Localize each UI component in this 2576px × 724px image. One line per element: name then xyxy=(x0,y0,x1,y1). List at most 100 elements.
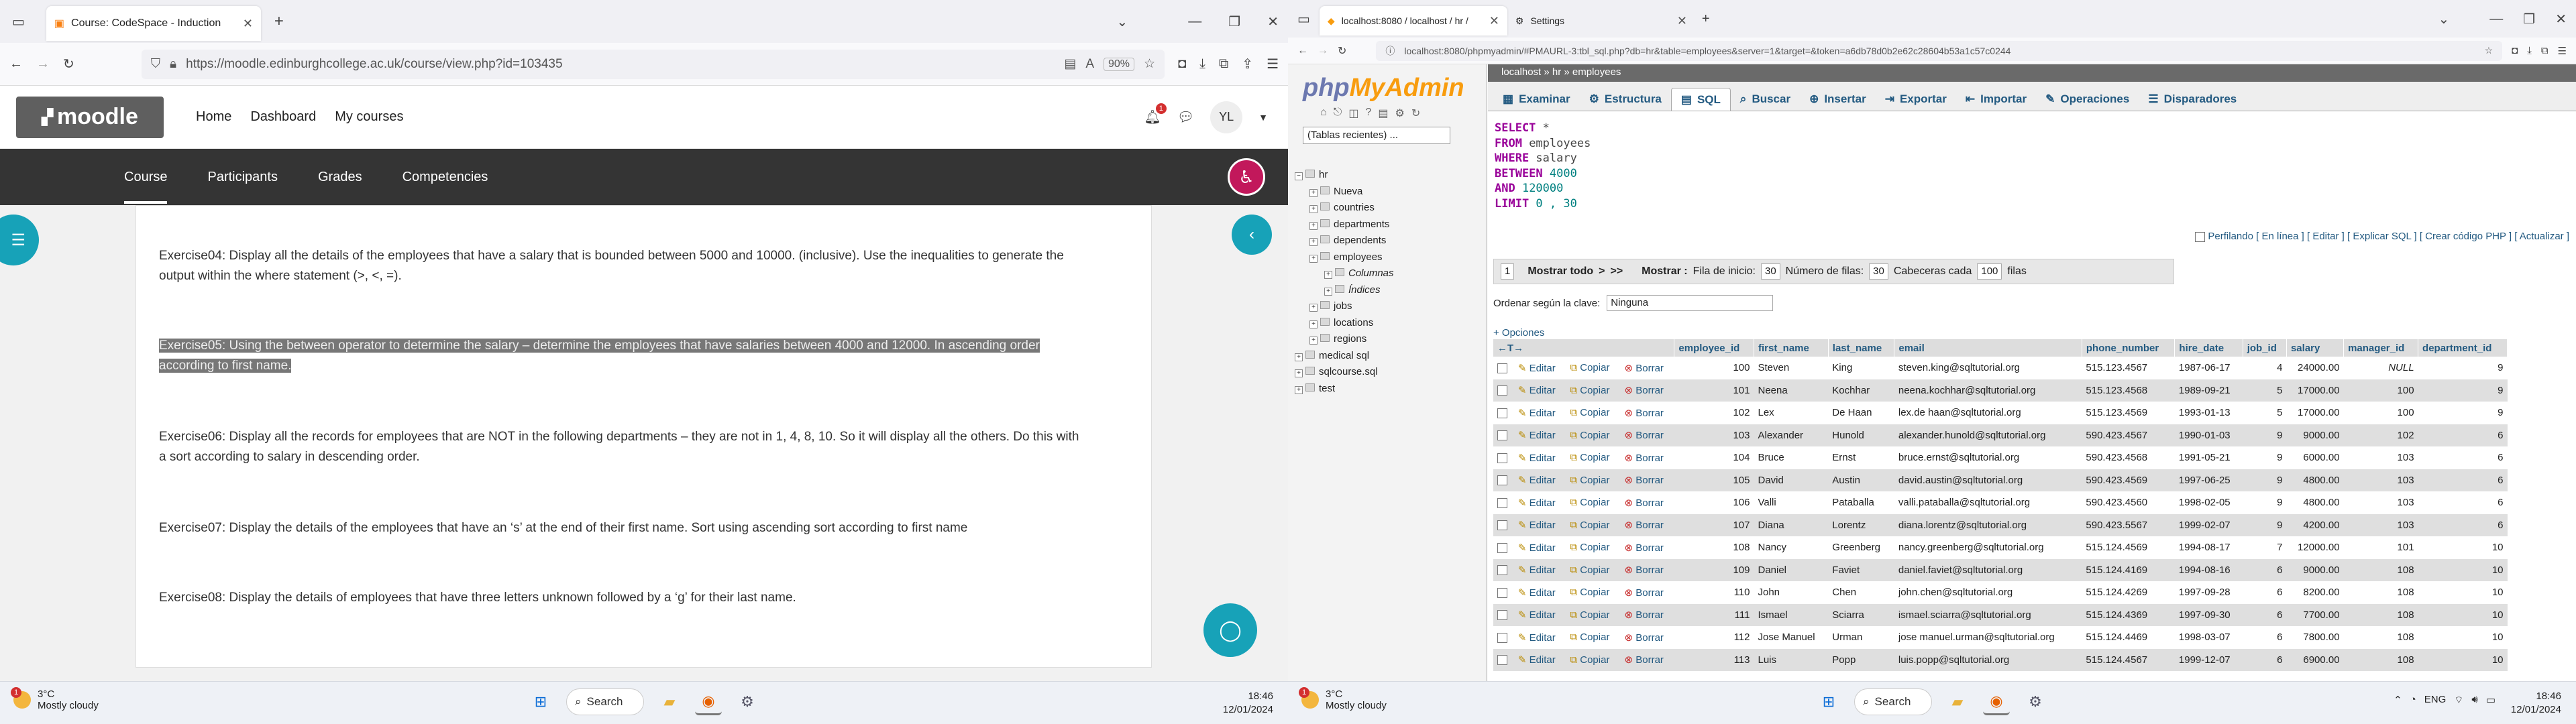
extensions-icon[interactable]: ⧉ xyxy=(2541,45,2548,56)
reload-icon[interactable]: ↻ xyxy=(1411,107,1420,120)
copy-link[interactable]: Copiar xyxy=(1580,520,1609,531)
cell-phone-number[interactable]: 515.124.4169 xyxy=(2082,558,2175,581)
maximize-icon[interactable]: ❐ xyxy=(2523,11,2535,27)
row-checkbox[interactable] xyxy=(1497,385,1507,396)
copy-link[interactable]: Copiar xyxy=(1580,407,1609,418)
row-checkbox[interactable] xyxy=(1497,452,1507,463)
cell-first-name[interactable]: Ismael xyxy=(1754,603,1829,626)
bookmark-star-icon[interactable]: ☆ xyxy=(2485,45,2493,56)
tree-item--ndices[interactable]: + Índices xyxy=(1295,282,1487,299)
edit-link[interactable]: Editar xyxy=(1529,430,1556,441)
header-every-input[interactable]: 100 xyxy=(1977,263,2002,280)
cell-first-name[interactable]: John xyxy=(1754,581,1829,604)
cell-department-id[interactable]: 10 xyxy=(2418,581,2508,604)
close-tab-icon[interactable]: ✕ xyxy=(1677,14,1687,28)
cell-department-id[interactable]: 10 xyxy=(2418,648,2508,671)
cell-last-name[interactable]: Sciarra xyxy=(1828,603,1894,626)
cell-phone-number[interactable]: 515.123.4568 xyxy=(2082,379,2175,402)
row-checkbox[interactable] xyxy=(1497,610,1507,621)
cell-email[interactable]: ismael.sciarra@sqltutorial.org xyxy=(1894,603,2082,626)
cell-job-id[interactable]: 9 xyxy=(2243,491,2287,514)
edit-action[interactable]: ✎ Editar xyxy=(1513,626,1566,649)
tab-grades[interactable]: Grades xyxy=(318,170,362,185)
cell-department-id[interactable]: 10 xyxy=(2418,626,2508,649)
file-explorer-icon[interactable]: ▰ xyxy=(656,688,683,715)
cell-email[interactable]: lex.de haan@sqltutorial.org xyxy=(1894,402,2082,424)
accessibility-icon[interactable]: ♿︎ xyxy=(1228,158,1265,196)
cell-phone-number[interactable]: 515.124.4269 xyxy=(2082,581,2175,604)
cell-department-id[interactable]: 6 xyxy=(2418,514,2508,536)
copy-action[interactable]: ⧉ Copiar xyxy=(1566,357,1621,379)
tab-operaciones[interactable]: ✎ Operaciones xyxy=(2036,88,2139,111)
delete-action[interactable]: ⊗ Borrar xyxy=(1620,648,1674,671)
app-icon[interactable]: ⚙ xyxy=(734,688,761,715)
row-checkbox[interactable] xyxy=(1497,542,1507,553)
tree-item-employees[interactable]: + employees xyxy=(1295,249,1487,266)
cell-employee-id[interactable]: 102 xyxy=(1674,402,1754,424)
edit-action[interactable]: ✎ Editar xyxy=(1513,648,1566,671)
copy-link[interactable]: Copiar xyxy=(1580,497,1609,508)
cell-last-name[interactable]: Pataballa xyxy=(1828,491,1894,514)
cell-phone-number[interactable]: 590.423.4568 xyxy=(2082,446,2175,469)
cell-salary[interactable]: 7800.00 xyxy=(2286,626,2344,649)
edit-action[interactable]: ✎ Editar xyxy=(1513,446,1566,469)
cell-last-name[interactable]: Austin xyxy=(1828,469,1894,491)
copy-link[interactable]: Copiar xyxy=(1580,385,1609,396)
cell-first-name[interactable]: Lex xyxy=(1754,402,1829,424)
new-tab-icon[interactable]: + xyxy=(1702,11,1710,27)
delete-link[interactable]: Borrar xyxy=(1635,520,1664,531)
copy-action[interactable]: ⧉ Copiar xyxy=(1566,446,1621,469)
cell-hire-date[interactable]: 1989-09-21 xyxy=(2174,379,2243,402)
delete-link[interactable]: Borrar xyxy=(1635,587,1664,599)
copy-link[interactable]: Copiar xyxy=(1580,475,1609,486)
tree-item-regions[interactable]: + regions xyxy=(1295,331,1487,348)
network-icon[interactable]: ◔ xyxy=(2410,694,2416,707)
cell-job-id[interactable]: 4 xyxy=(2243,357,2287,379)
cell-hire-date[interactable]: 1987-06-17 xyxy=(2174,357,2243,379)
cell-first-name[interactable]: Steven xyxy=(1754,357,1829,379)
expand-icon[interactable]: + xyxy=(1309,221,1318,230)
edit-action[interactable]: ✎ Editar xyxy=(1513,469,1566,491)
delete-action[interactable]: ⊗ Borrar xyxy=(1620,469,1674,491)
reload-icon[interactable]: ↻ xyxy=(1338,44,1346,58)
cell-last-name[interactable]: Hunold xyxy=(1828,424,1894,446)
edit-action[interactable]: ✎ Editar xyxy=(1513,357,1566,379)
copy-action[interactable]: ⧉ Copiar xyxy=(1566,558,1621,581)
download-icon[interactable]: ⤓ xyxy=(2527,45,2532,56)
close-tab-icon[interactable]: ✕ xyxy=(243,17,253,31)
cell-first-name[interactable]: Valli xyxy=(1754,491,1829,514)
column-header-hire-date[interactable]: hire_date xyxy=(2174,339,2243,357)
tab-list-icon[interactable]: ▭ xyxy=(12,13,25,30)
cell-salary[interactable]: 7700.00 xyxy=(2286,603,2344,626)
cell-last-name[interactable]: Kochhar xyxy=(1828,379,1894,402)
tree-item-jobs[interactable]: + jobs xyxy=(1295,298,1487,315)
cell-manager-id[interactable]: 101 xyxy=(2343,536,2418,559)
column-header-employee-id[interactable]: employee_id xyxy=(1674,339,1754,357)
back-icon[interactable]: ← xyxy=(1297,45,1308,57)
cell-department-id[interactable]: 9 xyxy=(2418,402,2508,424)
cell-manager-id[interactable]: 108 xyxy=(2343,626,2418,649)
cell-phone-number[interactable]: 590.423.4569 xyxy=(2082,469,2175,491)
delete-action[interactable]: ⊗ Borrar xyxy=(1620,402,1674,424)
edit-link[interactable]: Editar xyxy=(1529,408,1556,419)
cell-phone-number[interactable]: 590.423.4567 xyxy=(2082,424,2175,446)
cell-email[interactable]: bruce.ernst@sqltutorial.org xyxy=(1894,446,2082,469)
cell-employee-id[interactable]: 110 xyxy=(1674,581,1754,604)
wifi-icon[interactable]: ⌔ xyxy=(2454,694,2463,707)
cell-salary[interactable]: 12000.00 xyxy=(2286,536,2344,559)
cell-job-id[interactable]: 5 xyxy=(2243,402,2287,424)
copy-action[interactable]: ⧉ Copiar xyxy=(1566,402,1621,424)
delete-action[interactable]: ⊗ Borrar xyxy=(1620,558,1674,581)
cell-first-name[interactable]: Bruce xyxy=(1754,446,1829,469)
copy-action[interactable]: ⧉ Copiar xyxy=(1566,424,1621,446)
chevron-down-icon[interactable]: ⌄ xyxy=(2438,11,2450,27)
cell-manager-id[interactable]: NULL xyxy=(2343,357,2418,379)
page-select[interactable]: 1 xyxy=(1501,263,1515,280)
cell-salary[interactable]: 9000.00 xyxy=(2286,424,2344,446)
sort-select[interactable]: Ninguna xyxy=(1607,295,1774,311)
cell-email[interactable]: luis.popp@sqltutorial.org xyxy=(1894,648,2082,671)
cell-department-id[interactable]: 10 xyxy=(2418,603,2508,626)
expand-icon[interactable]: + xyxy=(1309,238,1318,246)
cell-last-name[interactable]: Lorentz xyxy=(1828,514,1894,536)
file-explorer-icon[interactable]: ▰ xyxy=(1944,688,1971,715)
